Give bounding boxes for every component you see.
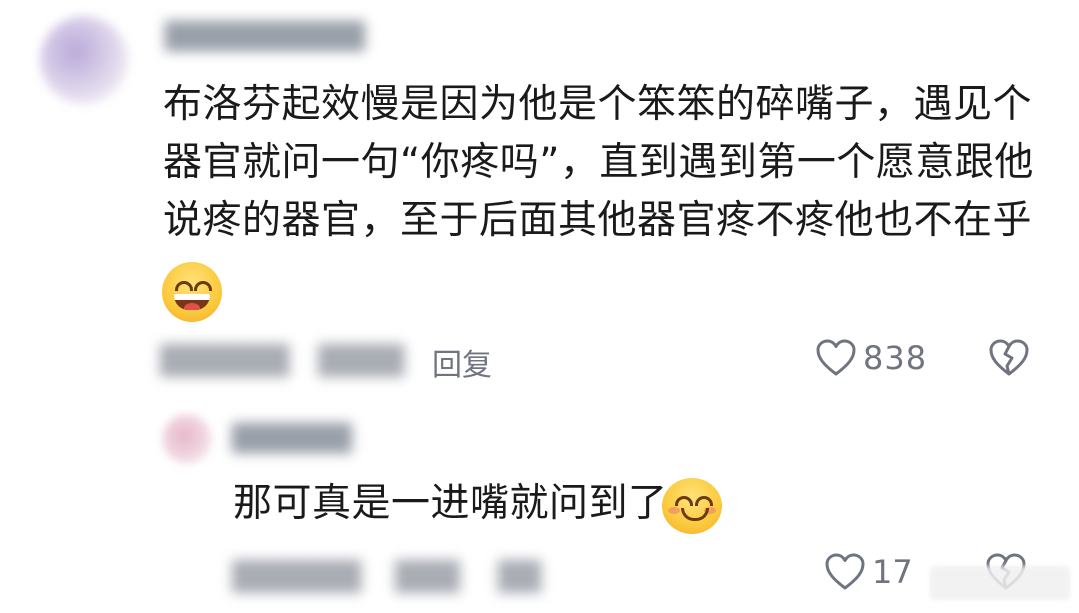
like-count: 17 xyxy=(872,553,913,591)
username[interactable]: ██████████ xyxy=(165,22,365,52)
watermark xyxy=(930,566,1070,600)
reply-button[interactable]: 回复 xyxy=(432,340,492,384)
reply-text: 那可真是一进嘴就问到了 xyxy=(233,481,668,526)
reply-meta-row: ██████ ███ ██ 17 xyxy=(0,552,1079,596)
like-count: 838 xyxy=(863,339,928,377)
heart-outline-icon xyxy=(825,553,865,590)
reply-time: ██████ xyxy=(232,560,362,593)
comment-location: ████ xyxy=(318,344,405,377)
reply-location: ███ xyxy=(395,560,460,593)
comment-meta-row: ██████ ████ 回复 838 xyxy=(0,338,1079,384)
like-button[interactable]: 838 xyxy=(815,338,927,378)
grinning-face-emoji xyxy=(162,262,222,322)
avatar[interactable] xyxy=(40,16,128,104)
username[interactable]: ██████ xyxy=(232,424,352,454)
like-button[interactable]: 17 xyxy=(824,552,913,592)
avatar[interactable] xyxy=(162,414,212,464)
reply-reply-button[interactable]: ██ xyxy=(498,560,541,593)
smiling-face-emoji xyxy=(662,478,722,534)
comment-time: ██████ xyxy=(160,344,290,377)
broken-heart-icon xyxy=(989,339,1029,376)
comment-text: 布洛芬起效慢是因为他是个笨笨的碎嘴子，遇见个器官就问一句“你疼吗”，直到遇到第一… xyxy=(163,82,1034,243)
heart-outline-icon xyxy=(816,339,856,376)
dislike-button[interactable] xyxy=(988,338,1030,382)
